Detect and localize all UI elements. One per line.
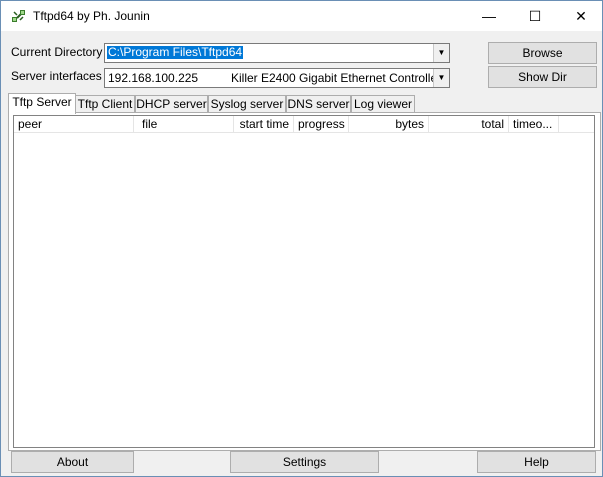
tab-dhcp-server[interactable]: DHCP server — [135, 95, 208, 113]
current-directory-label: Current Directory — [11, 45, 103, 59]
tab-tftp-server[interactable]: Tftp Server — [8, 93, 76, 114]
tftp-server-panel: peer file start time progress bytes tota… — [8, 112, 601, 451]
minimize-button[interactable]: — — [466, 1, 512, 31]
column-bytes[interactable]: bytes — [349, 116, 429, 132]
current-directory-combo[interactable]: C:\Program Files\Tftpd64 ▼ — [104, 43, 450, 63]
tab-tftp-client[interactable]: Tftp Client — [75, 95, 135, 113]
interface-description: Killer E2400 Gigabit Ethernet Controller — [231, 71, 442, 85]
column-timeout[interactable]: timeo... — [509, 116, 559, 132]
column-total[interactable]: total — [429, 116, 509, 132]
maximize-button[interactable]: ☐ — [512, 1, 558, 31]
column-peer[interactable]: peer — [14, 116, 134, 132]
tab-dns-server[interactable]: DNS server — [286, 95, 351, 113]
server-interfaces-combo[interactable]: 192.168.100.225 Killer E2400 Gigabit Eth… — [104, 68, 450, 88]
chevron-down-icon[interactable]: ▼ — [433, 69, 449, 87]
browse-button[interactable]: Browse — [488, 42, 597, 64]
tab-syslog-server[interactable]: Syslog server — [208, 95, 286, 113]
app-window: Tftpd64 by Ph. Jounin — ☐ ✕ Current Dire… — [0, 0, 603, 477]
list-header: peer file start time progress bytes tota… — [14, 116, 594, 133]
server-interfaces-label: Server interfaces — [11, 69, 102, 83]
column-start-time[interactable]: start time — [234, 116, 294, 132]
show-dir-button[interactable]: Show Dir — [488, 66, 597, 88]
window-title: Tftpd64 by Ph. Jounin — [33, 9, 150, 23]
transfer-list[interactable]: peer file start time progress bytes tota… — [13, 115, 595, 448]
help-button[interactable]: Help — [477, 451, 596, 473]
tab-log-viewer[interactable]: Log viewer — [351, 95, 415, 113]
interface-ip: 192.168.100.225 — [108, 71, 199, 85]
column-file[interactable]: file — [134, 116, 234, 132]
network-plug-icon — [12, 10, 25, 22]
settings-button[interactable]: Settings — [230, 451, 379, 473]
column-progress[interactable]: progress — [294, 116, 349, 132]
title-bar[interactable]: Tftpd64 by Ph. Jounin — ☐ ✕ — [1, 1, 602, 31]
current-directory-value: C:\Program Files\Tftpd64 — [105, 45, 245, 60]
about-button[interactable]: About — [11, 451, 134, 473]
chevron-down-icon[interactable]: ▼ — [433, 44, 449, 62]
close-button[interactable]: ✕ — [558, 1, 602, 31]
